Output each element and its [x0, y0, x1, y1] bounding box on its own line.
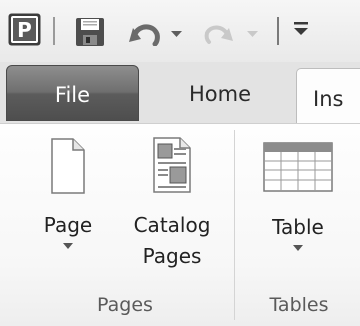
page-button-label: Page — [43, 213, 93, 237]
tab-insert[interactable]: Ins — [296, 68, 360, 128]
page-dropdown-arrow-icon — [63, 243, 73, 249]
catalog-pages-button[interactable]: Catalog Pages — [120, 136, 224, 272]
table-dropdown-arrow-icon — [293, 245, 303, 251]
tab-home[interactable]: Home — [170, 62, 270, 124]
catalog-pages-label-line1: Catalog — [133, 213, 211, 237]
group-separator — [234, 130, 235, 320]
svg-text:P: P — [17, 18, 32, 42]
ribbon-tab-strip: File Home Ins — [0, 62, 360, 128]
toolbar-separator — [53, 17, 55, 45]
customize-toolbar-icon[interactable] — [292, 18, 312, 38]
undo-dropdown-arrow-icon[interactable] — [170, 30, 183, 38]
tab-file[interactable]: File — [6, 65, 139, 121]
ribbon-panel: Page Catalog Pages Pages Table Tables — [0, 123, 360, 326]
catalog-pages-label-line2: Pages — [142, 244, 202, 268]
table-button-label: Table — [272, 215, 324, 239]
publisher-icon[interactable]: P — [8, 13, 41, 46]
toolbar-separator — [277, 17, 279, 45]
undo-icon[interactable] — [127, 20, 161, 46]
table-button[interactable]: Table — [248, 142, 348, 252]
table-icon — [263, 142, 333, 192]
redo-icon — [204, 25, 233, 44]
group-label-pages: Pages — [97, 294, 153, 316]
blank-page-icon — [51, 138, 85, 194]
page-button[interactable]: Page — [22, 138, 114, 250]
catalog-pages-icon — [153, 137, 191, 193]
group-label-tables: Tables — [269, 294, 329, 316]
save-icon[interactable] — [75, 17, 105, 47]
quick-access-toolbar: P — [0, 0, 360, 62]
redo-dropdown-arrow-icon — [247, 31, 258, 37]
